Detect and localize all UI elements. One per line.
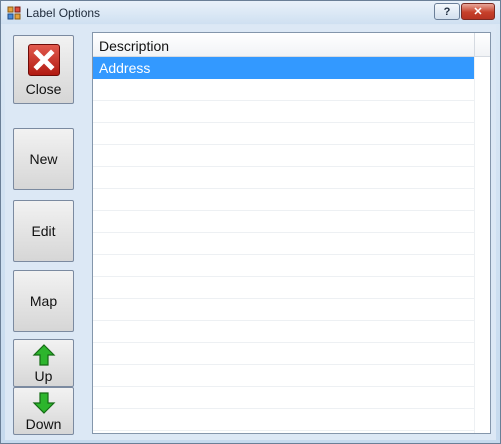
window-close-button[interactable]: ✕	[461, 3, 495, 20]
app-icon	[7, 6, 21, 20]
help-icon: ?	[443, 5, 451, 18]
list-item	[93, 145, 474, 167]
client-area: Close New Edit Map Up Down Description A…	[5, 25, 496, 440]
column-divider	[474, 57, 475, 433]
list-item	[93, 387, 474, 409]
label-options-window: Label Options ? ✕ Close New Edit Map Up …	[0, 0, 501, 444]
edit-button-label: Edit	[31, 223, 56, 239]
list-item	[93, 211, 474, 233]
list-item	[93, 365, 474, 387]
title-bar[interactable]: Label Options ? ✕	[1, 1, 500, 24]
close-button-label: Close	[25, 81, 62, 97]
close-icon: ✕	[473, 6, 483, 18]
close-button[interactable]: Close	[13, 35, 74, 104]
move-up-button[interactable]: Up	[13, 339, 74, 387]
column-header-description[interactable]: Description	[93, 33, 474, 57]
up-arrow-icon	[32, 344, 55, 366]
help-button[interactable]: ?	[434, 3, 460, 20]
move-down-button[interactable]: Down	[13, 387, 74, 435]
down-button-label: Down	[25, 416, 62, 432]
map-button[interactable]: Map	[13, 270, 74, 332]
list-item	[93, 167, 474, 189]
list-item	[93, 409, 474, 431]
down-arrow-icon	[32, 392, 55, 414]
list-item	[93, 277, 474, 299]
new-button[interactable]: New	[13, 128, 74, 190]
list-item	[93, 321, 474, 343]
list-item[interactable]: Address	[93, 57, 474, 79]
list-item	[93, 79, 474, 101]
close-x-icon	[27, 44, 60, 76]
header-filler	[474, 33, 490, 57]
up-button-label: Up	[34, 368, 53, 384]
new-button-label: New	[29, 151, 58, 167]
list-item	[93, 299, 474, 321]
list-item	[93, 233, 474, 255]
edit-button[interactable]: Edit	[13, 200, 74, 262]
window-title: Label Options	[26, 6, 101, 20]
list-item	[93, 343, 474, 365]
list-item	[93, 123, 474, 145]
list-item	[93, 101, 474, 123]
map-button-label: Map	[29, 293, 58, 309]
list-rows: Address	[93, 57, 474, 431]
list-item	[93, 255, 474, 277]
list-item	[93, 189, 474, 211]
label-list[interactable]: Description Address	[92, 32, 491, 434]
